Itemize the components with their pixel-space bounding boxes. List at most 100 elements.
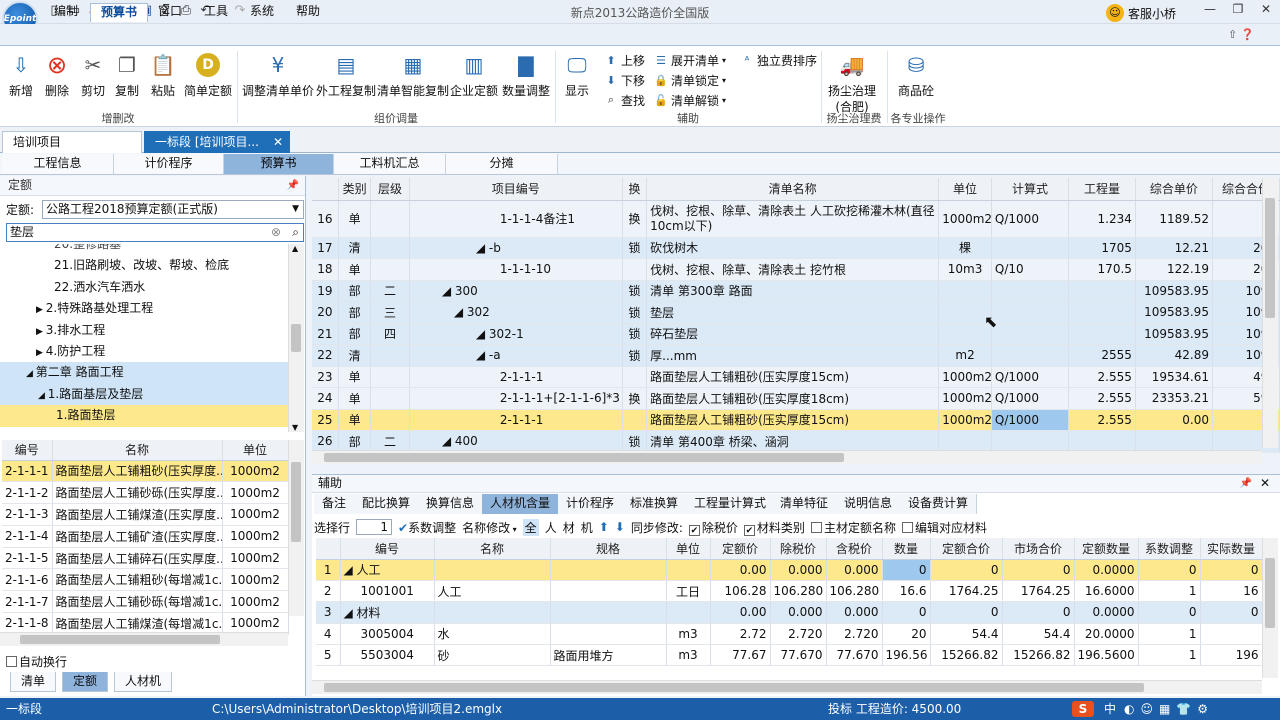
pin-icon[interactable]: 📌 xyxy=(1240,475,1252,492)
budget-row[interactable]: 25 单 2-1-1-1 路面垫层人工铺粗砂(压实厚度15cm) 1000m2 Q/100… xyxy=(312,409,1280,431)
col-header[interactable]: 名称 xyxy=(434,538,551,560)
resource-cell[interactable]: m3 xyxy=(666,644,711,667)
resource-cell[interactable]: 1 xyxy=(1138,623,1201,646)
quota-list-row[interactable]: 2-1-1-5 路面垫层人工铺碎石(压实厚度... 1000m2 xyxy=(2,547,289,570)
budget-cell[interactable]: ◢ -b xyxy=(409,237,623,259)
tab-training-project[interactable]: 培训项目 xyxy=(2,131,142,153)
budget-row[interactable]: 16 单 1-1-1-4备注1 换伐树、挖根、除草、清除表土 人工砍挖稀灌木林(直径1… xyxy=(312,200,1280,238)
budget-cell[interactable]: 部 xyxy=(338,323,372,345)
quota-list-row[interactable]: 2-1-1-4 路面垫层人工铺矿渣(压实厚度... 1000m2 xyxy=(2,525,289,548)
budget-cell[interactable]: 0.00 xyxy=(1135,409,1213,431)
budget-cell[interactable]: 厚...mm xyxy=(646,344,940,367)
tree-item[interactable]: ◢ 第二章 路面工程 xyxy=(0,362,288,384)
budget-cell[interactable]: 109583.95 xyxy=(1135,301,1213,324)
cut-button[interactable]: ✂ 剪切 xyxy=(78,50,108,99)
quota-list-row[interactable]: 2-1-1-1 路面垫层人工铺粗砂(压实厚度... 1000m2 xyxy=(2,460,289,483)
scroll-down-icon[interactable]: ▼ xyxy=(292,423,298,432)
col-header[interactable]: 计算式 xyxy=(991,178,1069,201)
budget-cell[interactable]: ◢ 302 xyxy=(409,301,623,324)
tab-pricing-procedure[interactable]: 计价程序 xyxy=(114,154,224,174)
budget-cell[interactable]: 伐树、挖根、除草、清除表土 挖竹根 xyxy=(646,258,940,281)
name-modify-button[interactable]: 名称修改 ▾ xyxy=(462,519,517,536)
budget-cell[interactable]: 1000m2 xyxy=(938,200,992,238)
budget-cell[interactable] xyxy=(991,301,1069,324)
budget-cell[interactable]: 20 xyxy=(312,301,339,324)
budget-row[interactable]: 22 清 ◢ -a 锁厚...mm m2 2555 42.89 1095 xyxy=(312,344,1280,367)
resource-cell[interactable]: 0.000 xyxy=(770,559,827,581)
budget-cell[interactable]: 换 xyxy=(622,200,648,238)
resource-cell[interactable]: 106.28 xyxy=(710,580,771,603)
menu-tools[interactable]: 工具 xyxy=(194,3,238,22)
resource-cell[interactable]: 2.72 xyxy=(710,623,771,646)
resource-cell[interactable]: ◢ 材料 xyxy=(340,601,435,624)
resource-cell[interactable] xyxy=(434,601,551,624)
close-tab-icon[interactable]: ✕ xyxy=(273,132,283,153)
col-header[interactable]: 定额合价 xyxy=(930,538,1003,560)
tab-list-features[interactable]: 清单特征 xyxy=(772,494,838,514)
resource-cell[interactable] xyxy=(1200,623,1263,646)
resource-cell[interactable]: 路面用堆方 xyxy=(550,644,667,667)
budget-cell[interactable]: 部 xyxy=(338,301,372,324)
col-header[interactable]: 除税价 xyxy=(770,538,827,560)
resource-cell[interactable]: 0 xyxy=(1200,601,1263,624)
col-header[interactable]: 清单名称 xyxy=(646,178,940,201)
resource-cell[interactable]: 0 xyxy=(1002,559,1075,581)
col-header[interactable]: 类别 xyxy=(338,178,372,201)
scrollbar-thumb[interactable] xyxy=(1265,558,1275,628)
resource-cell[interactable]: 54.4 xyxy=(1002,623,1075,646)
budget-cell[interactable]: 二 xyxy=(370,280,410,302)
tab-project-info[interactable]: 工程信息 xyxy=(2,154,114,174)
resource-scrollbar[interactable] xyxy=(1262,538,1278,678)
budget-row[interactable]: 19 部二 ◢ 300 锁清单 第300章 路面 109583.95 1095 xyxy=(312,280,1280,302)
budget-cell[interactable]: 路面垫层人工铺粗砂(压实厚度18cm) xyxy=(646,387,940,410)
budget-cell[interactable] xyxy=(370,366,410,388)
menu-help[interactable]: 帮助 xyxy=(286,3,330,22)
resource-cell[interactable]: 1764.25 xyxy=(1002,580,1075,603)
resource-cell[interactable]: 0.0000 xyxy=(1074,559,1139,581)
delete-button[interactable]: ⊗ 删除 xyxy=(42,50,72,99)
budget-cell[interactable] xyxy=(622,409,648,431)
budget-cell[interactable] xyxy=(1068,430,1136,453)
list-scrollbar[interactable] xyxy=(288,440,304,616)
budget-cell[interactable]: 16 xyxy=(312,200,339,238)
filter-material[interactable]: 材 xyxy=(563,519,575,536)
budget-cell[interactable]: 锁 xyxy=(622,237,648,259)
resource-cell[interactable]: 5 xyxy=(316,644,341,667)
budget-cell[interactable]: Q/1000 xyxy=(991,409,1069,431)
scrollbar-thumb[interactable] xyxy=(324,453,844,462)
expand-list-button[interactable]: ☰ 展开清单 ▾ xyxy=(654,51,726,69)
tab-quota[interactable]: 定额 xyxy=(62,672,109,692)
budget-row[interactable]: 18 单 1-1-1-10 伐树、挖根、除草、清除表土 挖竹根 10m3 Q/10 170.… xyxy=(312,258,1280,281)
budget-cell[interactable] xyxy=(991,237,1069,259)
resource-cell[interactable]: 4 xyxy=(316,623,341,646)
budget-cell[interactable] xyxy=(991,430,1069,453)
dust-control-button[interactable]: 🚚 扬尘治理 (合肥) xyxy=(828,50,876,115)
clear-icon[interactable]: ⊗ xyxy=(271,224,281,241)
resource-cell[interactable]: 0 xyxy=(930,601,1003,624)
resource-cell[interactable]: m3 xyxy=(666,623,711,646)
budget-cell[interactable]: 23 xyxy=(312,366,339,388)
resource-cell[interactable]: 0.000 xyxy=(826,559,883,581)
budget-cell[interactable]: 18 xyxy=(312,258,339,281)
budget-cell[interactable]: 12.21 xyxy=(1135,237,1213,259)
resource-cell[interactable]: 1764.25 xyxy=(930,580,1003,603)
col-header[interactable]: 名称 xyxy=(52,440,223,461)
ime-mode[interactable]: 中 xyxy=(1104,698,1116,720)
budget-cell[interactable]: 10m3 xyxy=(938,258,992,281)
tab-description[interactable]: 说明信息 xyxy=(836,494,902,514)
budget-cell[interactable]: 伐树、挖根、除草、清除表土 人工砍挖稀灌木林(直径10cm以下) xyxy=(646,200,940,238)
opt-tax-excluded[interactable]: ✔ 除税价 xyxy=(688,519,738,536)
resource-cell[interactable]: 106.280 xyxy=(826,580,883,603)
quota-list-row[interactable]: 2-1-1-3 路面垫层人工铺煤渣(压实厚度... 1000m2 xyxy=(2,503,289,526)
budget-cell[interactable]: 单 xyxy=(338,366,372,388)
budget-cell[interactable]: 2-1-1-1 xyxy=(409,409,623,431)
tab-section-one[interactable]: 一标段 [培训项目... ✕ xyxy=(144,131,290,153)
budget-cell[interactable]: 部 xyxy=(338,430,372,453)
quantity-adjust-button[interactable]: ▇ 数量调整 xyxy=(502,50,550,99)
resource-cell[interactable] xyxy=(434,559,551,581)
col-header[interactable]: 定额数量 xyxy=(1074,538,1139,560)
budget-row[interactable]: 23 单 2-1-1-1 路面垫层人工铺粗砂(压实厚度15cm) 1000m2 Q/100… xyxy=(312,366,1280,388)
tree-item[interactable]: ▶ 4.防护工程 xyxy=(0,341,288,362)
budget-cell[interactable]: 砍伐树木 xyxy=(646,237,940,259)
resource-cell[interactable]: 196.5600 xyxy=(1074,644,1139,667)
